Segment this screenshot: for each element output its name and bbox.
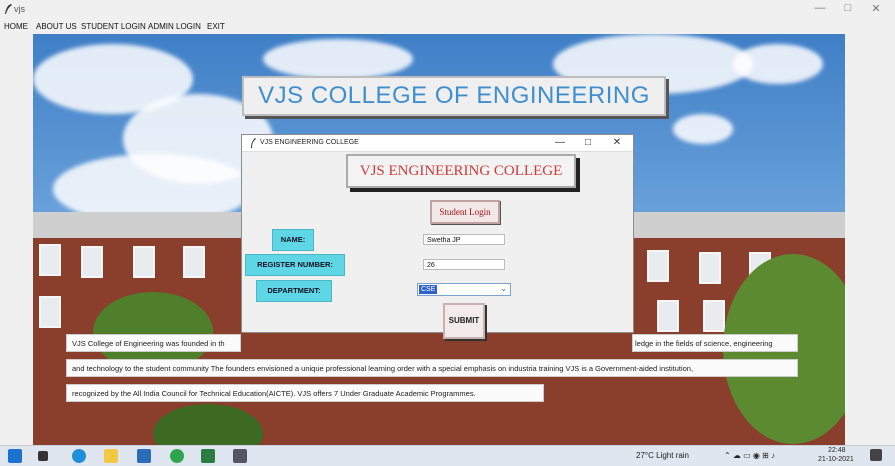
register-number-input[interactable]: 26 (423, 259, 505, 270)
dialog-maximize-button[interactable]: □ (581, 137, 595, 148)
dialog-title: VJS ENGINEERING COLLEGE (260, 139, 359, 146)
app-icon[interactable] (201, 449, 215, 463)
submit-button[interactable]: SUBMIT (443, 303, 485, 339)
dialog-minimize-button[interactable]: — (553, 137, 567, 148)
register-number-label: REGISTER NUMBER: (245, 254, 345, 276)
dialog-close-button[interactable]: ✕ (610, 137, 624, 148)
window-titlebar: vjs — □ ✕ (0, 0, 895, 22)
edge-icon[interactable] (72, 449, 86, 463)
clock-date[interactable]: 21-10-2021 (818, 456, 854, 463)
menu-student-login[interactable]: STUDENT LOGIN (81, 22, 146, 31)
clock-time[interactable]: 22:48 (828, 447, 846, 454)
feather-app-icon (5, 4, 12, 14)
menu-home[interactable]: HOME (4, 22, 28, 31)
dialog-titlebar: VJS ENGINEERING COLLEGE — □ ✕ (242, 135, 633, 152)
task-view-icon[interactable] (38, 451, 48, 461)
description-line-1-right: ledge in the fields of science, engineer… (632, 334, 798, 352)
description-line-1-left: VJS College of Engineering was founded i… (66, 334, 241, 352)
chrome-icon[interactable] (170, 449, 184, 463)
chevron-down-icon[interactable]: ⌄ (500, 284, 507, 293)
department-label: DEPARTMENT: (256, 280, 332, 302)
minimize-button[interactable]: — (810, 2, 830, 14)
menu-admin-login[interactable]: ADMIN LOGIN (148, 22, 201, 31)
feather-app-icon (251, 138, 256, 148)
maximize-button[interactable]: □ (838, 2, 858, 14)
dialog-heading: VJS ENGINEERING COLLEGE (346, 154, 576, 188)
taskbar: 27°C Light rain ⌃ ☁ ▭ ◉ ⊞ ♪ 22:48 21-10-… (0, 445, 895, 466)
notification-icon[interactable] (870, 449, 882, 461)
name-label: NAME: (272, 229, 314, 251)
description-line-3: recognized by the All India Council for … (66, 384, 544, 402)
department-selected-value: CSE (419, 285, 438, 294)
college-banner-title: VJS COLLEGE OF ENGINEERING (242, 76, 666, 116)
student-login-dialog: VJS ENGINEERING COLLEGE — □ ✕ VJS ENGINE… (241, 134, 634, 339)
mail-icon[interactable] (137, 449, 151, 463)
student-login-button[interactable]: Student Login (430, 200, 500, 224)
menu-exit[interactable]: EXIT (207, 22, 225, 31)
menu-bar: HOME ABOUT US STUDENT LOGIN ADMIN LOGIN … (0, 20, 895, 34)
description-line-2: and technology to the student community … (66, 359, 798, 377)
system-tray-icons[interactable]: ⌃ ☁ ▭ ◉ ⊞ ♪ (724, 451, 775, 460)
python-window-icon[interactable] (233, 449, 247, 463)
window-title: vjs (14, 4, 25, 14)
close-button[interactable]: ✕ (866, 2, 886, 15)
department-select[interactable]: CSE ⌄ (417, 283, 511, 296)
menu-about-us[interactable]: ABOUT US (36, 22, 77, 31)
file-explorer-icon[interactable] (104, 449, 118, 463)
name-input[interactable]: Swetha JP (423, 234, 505, 245)
weather-status[interactable]: 27°C Light rain (636, 451, 689, 460)
start-icon[interactable] (8, 449, 22, 463)
